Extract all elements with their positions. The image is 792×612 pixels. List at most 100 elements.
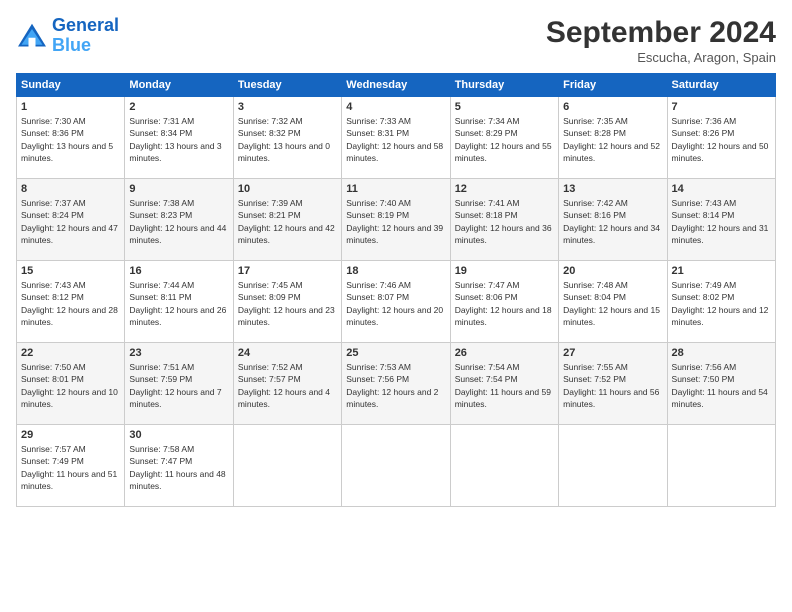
sunset: Sunset: 8:14 PM xyxy=(672,210,735,220)
daylight: Daylight: 12 hours and 18 minutes. xyxy=(455,305,552,327)
title-block: September 2024 Escucha, Aragon, Spain xyxy=(546,16,776,65)
table-row: 16 Sunrise: 7:44 AM Sunset: 8:11 PM Dayl… xyxy=(125,261,233,343)
sunset: Sunset: 8:02 PM xyxy=(672,292,735,302)
daylight: Daylight: 12 hours and 23 minutes. xyxy=(238,305,335,327)
table-row: 22 Sunrise: 7:50 AM Sunset: 8:01 PM Dayl… xyxy=(17,343,125,425)
calendar-week-4: 29 Sunrise: 7:57 AM Sunset: 7:49 PM Dayl… xyxy=(17,425,776,507)
sunrise: Sunrise: 7:47 AM xyxy=(455,280,520,290)
daylight: Daylight: 12 hours and 50 minutes. xyxy=(672,141,769,163)
sunset: Sunset: 8:26 PM xyxy=(672,128,735,138)
col-tuesday: Tuesday xyxy=(233,74,341,97)
sunrise: Sunrise: 7:46 AM xyxy=(346,280,411,290)
sunset: Sunset: 8:28 PM xyxy=(563,128,626,138)
month-title: September 2024 xyxy=(546,16,776,50)
table-row: 2 Sunrise: 7:31 AM Sunset: 8:34 PM Dayli… xyxy=(125,97,233,179)
sunset: Sunset: 7:57 PM xyxy=(238,374,301,384)
logo-text: General Blue xyxy=(52,16,119,56)
day-number: 22 xyxy=(21,347,120,359)
sunset: Sunset: 8:16 PM xyxy=(563,210,626,220)
day-info: Sunrise: 7:50 AM Sunset: 8:01 PM Dayligh… xyxy=(21,361,120,410)
sunrise: Sunrise: 7:48 AM xyxy=(563,280,628,290)
sunset: Sunset: 8:24 PM xyxy=(21,210,84,220)
sunrise: Sunrise: 7:34 AM xyxy=(455,116,520,126)
day-info: Sunrise: 7:43 AM Sunset: 8:14 PM Dayligh… xyxy=(672,197,771,246)
sunset: Sunset: 7:52 PM xyxy=(563,374,626,384)
sunset: Sunset: 8:32 PM xyxy=(238,128,301,138)
day-number: 8 xyxy=(21,183,120,195)
table-row: 25 Sunrise: 7:53 AM Sunset: 7:56 PM Dayl… xyxy=(342,343,450,425)
sunset: Sunset: 8:21 PM xyxy=(238,210,301,220)
daylight: Daylight: 11 hours and 54 minutes. xyxy=(672,387,768,409)
sunrise: Sunrise: 7:30 AM xyxy=(21,116,86,126)
sunrise: Sunrise: 7:44 AM xyxy=(129,280,194,290)
logo-line2: Blue xyxy=(52,35,91,55)
sunset: Sunset: 8:31 PM xyxy=(346,128,409,138)
sunset: Sunset: 8:34 PM xyxy=(129,128,192,138)
table-row xyxy=(233,425,341,507)
calendar-week-2: 15 Sunrise: 7:43 AM Sunset: 8:12 PM Dayl… xyxy=(17,261,776,343)
daylight: Daylight: 13 hours and 5 minutes. xyxy=(21,141,113,163)
table-row: 6 Sunrise: 7:35 AM Sunset: 8:28 PM Dayli… xyxy=(559,97,667,179)
table-row: 20 Sunrise: 7:48 AM Sunset: 8:04 PM Dayl… xyxy=(559,261,667,343)
daylight: Daylight: 12 hours and 10 minutes. xyxy=(21,387,118,409)
day-number: 24 xyxy=(238,347,337,359)
header-row: Sunday Monday Tuesday Wednesday Thursday… xyxy=(17,74,776,97)
table-row: 30 Sunrise: 7:58 AM Sunset: 7:47 PM Dayl… xyxy=(125,425,233,507)
table-row xyxy=(342,425,450,507)
sunset: Sunset: 7:49 PM xyxy=(21,456,84,466)
day-number: 21 xyxy=(672,265,771,277)
day-number: 2 xyxy=(129,101,228,113)
sunset: Sunset: 8:23 PM xyxy=(129,210,192,220)
sunrise: Sunrise: 7:57 AM xyxy=(21,444,86,454)
day-info: Sunrise: 7:58 AM Sunset: 7:47 PM Dayligh… xyxy=(129,443,228,492)
day-info: Sunrise: 7:31 AM Sunset: 8:34 PM Dayligh… xyxy=(129,115,228,164)
daylight: Daylight: 12 hours and 52 minutes. xyxy=(563,141,660,163)
table-row: 23 Sunrise: 7:51 AM Sunset: 7:59 PM Dayl… xyxy=(125,343,233,425)
day-info: Sunrise: 7:56 AM Sunset: 7:50 PM Dayligh… xyxy=(672,361,771,410)
table-row: 19 Sunrise: 7:47 AM Sunset: 8:06 PM Dayl… xyxy=(450,261,558,343)
table-row: 7 Sunrise: 7:36 AM Sunset: 8:26 PM Dayli… xyxy=(667,97,775,179)
day-info: Sunrise: 7:33 AM Sunset: 8:31 PM Dayligh… xyxy=(346,115,445,164)
calendar-week-3: 22 Sunrise: 7:50 AM Sunset: 8:01 PM Dayl… xyxy=(17,343,776,425)
daylight: Daylight: 12 hours and 4 minutes. xyxy=(238,387,330,409)
sunrise: Sunrise: 7:58 AM xyxy=(129,444,194,454)
day-number: 7 xyxy=(672,101,771,113)
table-row: 1 Sunrise: 7:30 AM Sunset: 8:36 PM Dayli… xyxy=(17,97,125,179)
day-info: Sunrise: 7:39 AM Sunset: 8:21 PM Dayligh… xyxy=(238,197,337,246)
day-info: Sunrise: 7:53 AM Sunset: 7:56 PM Dayligh… xyxy=(346,361,445,410)
day-number: 14 xyxy=(672,183,771,195)
day-number: 28 xyxy=(672,347,771,359)
sunrise: Sunrise: 7:32 AM xyxy=(238,116,303,126)
daylight: Daylight: 13 hours and 3 minutes. xyxy=(129,141,221,163)
sunrise: Sunrise: 7:40 AM xyxy=(346,198,411,208)
daylight: Daylight: 12 hours and 20 minutes. xyxy=(346,305,443,327)
day-number: 4 xyxy=(346,101,445,113)
sunset: Sunset: 8:06 PM xyxy=(455,292,518,302)
day-info: Sunrise: 7:38 AM Sunset: 8:23 PM Dayligh… xyxy=(129,197,228,246)
daylight: Daylight: 12 hours and 42 minutes. xyxy=(238,223,335,245)
table-row: 14 Sunrise: 7:43 AM Sunset: 8:14 PM Dayl… xyxy=(667,179,775,261)
day-info: Sunrise: 7:43 AM Sunset: 8:12 PM Dayligh… xyxy=(21,279,120,328)
day-number: 26 xyxy=(455,347,554,359)
day-info: Sunrise: 7:32 AM Sunset: 8:32 PM Dayligh… xyxy=(238,115,337,164)
daylight: Daylight: 12 hours and 15 minutes. xyxy=(563,305,660,327)
daylight: Daylight: 11 hours and 51 minutes. xyxy=(21,469,117,491)
table-row: 5 Sunrise: 7:34 AM Sunset: 8:29 PM Dayli… xyxy=(450,97,558,179)
sunset: Sunset: 7:59 PM xyxy=(129,374,192,384)
header: General Blue September 2024 Escucha, Ara… xyxy=(16,16,776,65)
day-number: 20 xyxy=(563,265,662,277)
logo-line1: General xyxy=(52,15,119,35)
sunset: Sunset: 7:56 PM xyxy=(346,374,409,384)
col-sunday: Sunday xyxy=(17,74,125,97)
day-info: Sunrise: 7:44 AM Sunset: 8:11 PM Dayligh… xyxy=(129,279,228,328)
sunrise: Sunrise: 7:52 AM xyxy=(238,362,303,372)
day-number: 6 xyxy=(563,101,662,113)
col-thursday: Thursday xyxy=(450,74,558,97)
sunrise: Sunrise: 7:37 AM xyxy=(21,198,86,208)
col-friday: Friday xyxy=(559,74,667,97)
sunset: Sunset: 8:09 PM xyxy=(238,292,301,302)
sunrise: Sunrise: 7:54 AM xyxy=(455,362,520,372)
calendar-table: Sunday Monday Tuesday Wednesday Thursday… xyxy=(16,73,776,507)
daylight: Daylight: 12 hours and 58 minutes. xyxy=(346,141,443,163)
table-row: 13 Sunrise: 7:42 AM Sunset: 8:16 PM Dayl… xyxy=(559,179,667,261)
